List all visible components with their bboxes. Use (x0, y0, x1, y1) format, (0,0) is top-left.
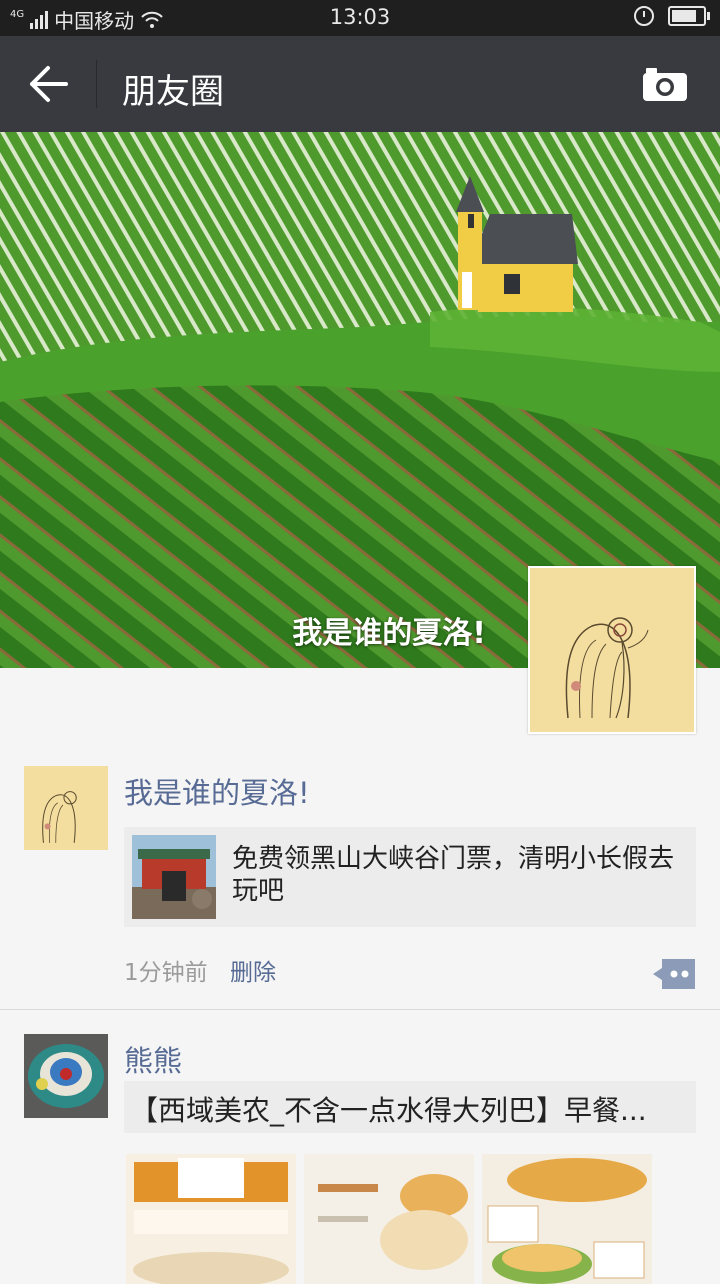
camera-icon[interactable] (642, 66, 688, 102)
link-thumbnail (132, 835, 216, 919)
bread-photo (482, 1154, 652, 1284)
battery-icon (668, 6, 710, 26)
post-photo[interactable] (304, 1154, 474, 1284)
post-time: 1分钟前 (124, 960, 208, 986)
avatar-photo (24, 1034, 108, 1118)
avatar-drawing (530, 568, 694, 732)
post-author-name[interactable]: 我是谁的夏洛! (124, 770, 310, 812)
status-right (634, 6, 710, 26)
back-arrow-icon[interactable] (28, 64, 70, 104)
delete-button[interactable]: 删除 (230, 953, 276, 987)
battery-level (672, 10, 696, 22)
post-author-name[interactable]: 熊熊 (124, 1038, 182, 1080)
nav-bar: 朋友圈 (0, 36, 720, 132)
post-text: 【西域美农_不含一点水得大列巴】早餐... (130, 1094, 647, 1127)
bread-photo (126, 1154, 296, 1284)
gate-thumbnail (132, 835, 216, 919)
post-text-card[interactable]: 【西域美农_不含一点水得大列巴】早餐... (124, 1081, 696, 1133)
cover-avatar[interactable] (528, 566, 696, 734)
alarm-icon (634, 6, 654, 26)
bread-photo (304, 1154, 474, 1284)
shared-link-card[interactable]: 免费领黑山大峡谷门票，清明小长假去玩吧 (124, 827, 696, 927)
comment-icon[interactable] (652, 958, 696, 990)
post-photo[interactable] (126, 1154, 296, 1284)
post-divider (0, 1009, 720, 1010)
status-bar: 4G 中国移动 13:03 (0, 0, 720, 36)
nav-divider (96, 60, 97, 108)
post-avatar[interactable] (24, 1034, 108, 1118)
avatar-drawing (24, 766, 108, 850)
cover-username: 我是谁的夏洛! (292, 616, 486, 651)
link-title: 免费领黑山大峡谷门票，清明小长假去玩吧 (232, 844, 675, 906)
status-time: 13:03 (329, 5, 391, 29)
page-title: 朋友圈 (122, 72, 224, 112)
post-photo[interactable] (482, 1154, 652, 1284)
post-avatar[interactable] (24, 766, 108, 850)
